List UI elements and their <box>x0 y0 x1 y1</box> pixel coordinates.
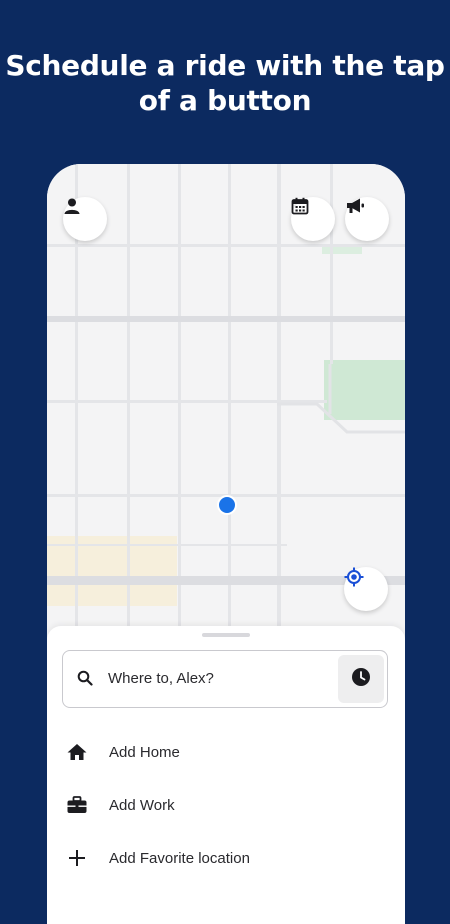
headline-line-2: of a button <box>138 84 312 117</box>
search-icon <box>77 670 93 691</box>
headline: Schedule a ride with the tap of a button <box>0 48 450 118</box>
profile-button[interactable] <box>63 197 107 241</box>
headline-line-1: Schedule a ride with the tap <box>5 49 445 82</box>
announcements-button[interactable] <box>345 197 389 241</box>
add-favorite-location-label: Add Favorite location <box>109 850 250 867</box>
schedule-ride-button[interactable] <box>291 197 335 241</box>
sheet-drag-handle[interactable] <box>202 633 250 637</box>
plus-icon <box>67 848 87 868</box>
briefcase-icon <box>67 795 87 815</box>
recenter-location-button[interactable] <box>344 567 388 611</box>
clock-icon <box>351 667 371 692</box>
home-icon <box>67 742 87 762</box>
destination-search-field[interactable]: Where to, Alex? <box>62 650 388 708</box>
search-placeholder: Where to, Alex? <box>108 670 214 687</box>
add-work-label: Add Work <box>109 797 175 814</box>
map-view[interactable] <box>47 164 405 644</box>
bottom-sheet: Where to, Alex? Add Home Add Work Add Fa… <box>47 626 405 924</box>
schedule-later-button[interactable] <box>338 655 384 703</box>
add-work-item[interactable]: Add Work <box>47 783 405 827</box>
current-location-dot <box>219 497 235 513</box>
phone-screen: Where to, Alex? Add Home Add Work Add Fa… <box>47 164 405 924</box>
add-favorite-location-item[interactable]: Add Favorite location <box>47 836 405 880</box>
add-home-label: Add Home <box>109 744 180 761</box>
park-area <box>324 360 405 420</box>
add-home-item[interactable]: Add Home <box>47 730 405 774</box>
